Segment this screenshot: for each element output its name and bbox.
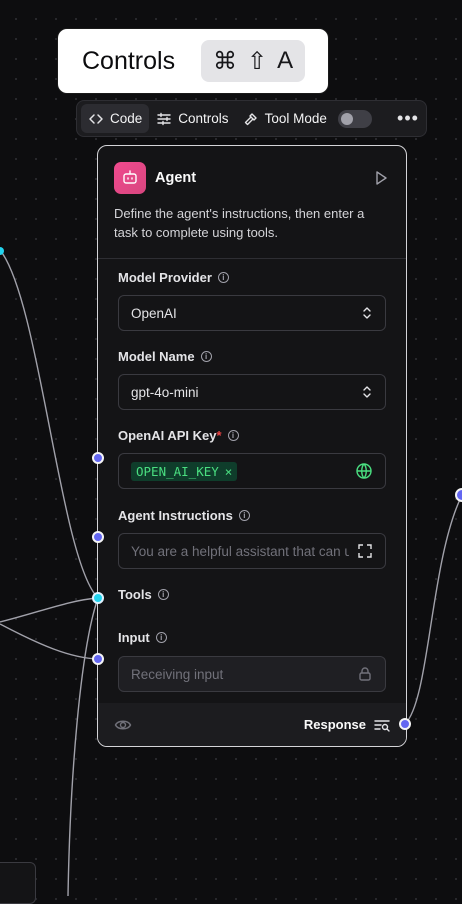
model-provider-select[interactable]: OpenAI [118, 295, 386, 331]
edge-tools-in-2 [0, 597, 99, 623]
toggle-knob [340, 112, 353, 125]
tooltip-label: Controls [82, 46, 176, 75]
tools-label-text: Tools [118, 587, 152, 602]
globe-icon[interactable] [355, 462, 373, 480]
edge-tools-in-1 [0, 249, 99, 599]
instructions-input-handle[interactable] [92, 531, 104, 543]
minimap-corner[interactable] [0, 862, 36, 904]
info-icon: i [200, 351, 212, 362]
node-header: Agent [114, 162, 390, 194]
node-title: Agent [155, 170, 197, 186]
model-provider-value: OpenAI [131, 305, 177, 321]
info-icon: i [157, 589, 169, 600]
shortcut-keys: ⌘ ⇧ A [201, 40, 306, 82]
sliders-icon [157, 112, 171, 125]
edge-tools-down [67, 597, 99, 896]
model-name-label: Model Name i [118, 349, 212, 364]
tools-input-handle[interactable] [92, 592, 104, 604]
lock-icon [359, 667, 371, 681]
api-key-input[interactable]: OPEN_AI_KEY × [118, 453, 386, 489]
next-node-handle [455, 488, 462, 502]
response-output[interactable]: Response [304, 717, 390, 733]
instructions-label: Agent Instructions i [118, 508, 250, 523]
a-key: A [277, 47, 294, 74]
input-handle[interactable] [92, 653, 104, 665]
node-footer: Response [98, 703, 406, 746]
cmd-key: ⌘ [213, 47, 238, 75]
tool-mode-toggle[interactable] [337, 109, 372, 128]
hammer-icon [244, 112, 257, 125]
model-name-label-text: Model Name [118, 349, 195, 364]
node-description: Define the agent's instructions, then en… [114, 206, 365, 240]
api-key-input-handle[interactable] [92, 452, 104, 464]
tool-mode-label: Tool Mode [264, 111, 327, 126]
more-icon: ••• [397, 108, 419, 128]
api-key-label-text: OpenAI API Key [118, 428, 217, 443]
edge-response-out [404, 494, 462, 725]
input-field: Receiving input [118, 656, 386, 692]
api-key-value: OPEN_AI_KEY [136, 463, 219, 479]
model-name-value: gpt-4o-mini [131, 384, 199, 400]
code-icon [89, 113, 103, 124]
node-toolbar: Code Controls Tool Mode ••• [76, 100, 427, 137]
api-key-variable-badge[interactable]: OPEN_AI_KEY × [131, 461, 238, 481]
controls-label: Controls [178, 111, 229, 126]
info-icon: i [238, 510, 250, 521]
model-provider-label-text: Model Provider [118, 270, 212, 285]
agent-node[interactable]: Agent Define the agent's instructions, t… [97, 145, 407, 747]
instructions-textarea[interactable]: You are a helpful assistant that can use… [118, 533, 386, 569]
tool-mode-button[interactable]: Tool Mode [236, 104, 334, 133]
input-placeholder: Receiving input [131, 666, 224, 682]
chevron-updown-icon [363, 307, 371, 319]
code-button[interactable]: Code [81, 104, 150, 133]
bot-icon [114, 162, 146, 194]
info-icon: i [227, 430, 239, 441]
info-icon: i [217, 272, 229, 283]
instructions-value: You are a helpful assistant that can use… [131, 543, 349, 559]
input-label: Input i [118, 630, 167, 645]
required-mark: * [216, 428, 222, 443]
expand-icon[interactable] [357, 543, 373, 559]
chevron-updown-icon [363, 386, 371, 398]
model-provider-label: Model Provider i [118, 270, 229, 285]
eye-icon[interactable] [114, 716, 132, 734]
more-options-button[interactable]: ••• [394, 105, 422, 133]
api-key-label: OpenAI API Key * i [118, 428, 239, 443]
code-label: Code [110, 111, 143, 126]
controls-tooltip: Controls ⌘ ⇧ A [57, 28, 329, 94]
remove-badge-icon[interactable]: × [225, 464, 233, 479]
model-name-select[interactable]: gpt-4o-mini [118, 374, 386, 410]
controls-button[interactable]: Controls [149, 104, 235, 133]
edge-input-in [0, 623, 99, 660]
inspect-output-icon[interactable] [374, 717, 390, 733]
shift-key: ⇧ [247, 47, 268, 75]
header-divider [98, 258, 406, 259]
response-label: Response [303, 717, 366, 732]
run-play-icon[interactable] [372, 169, 390, 187]
response-output-handle[interactable] [399, 718, 411, 730]
input-label-text: Input [118, 630, 150, 645]
tools-label: Tools i [118, 587, 169, 602]
info-icon: i [155, 632, 167, 643]
instructions-label-text: Agent Instructions [118, 508, 233, 523]
